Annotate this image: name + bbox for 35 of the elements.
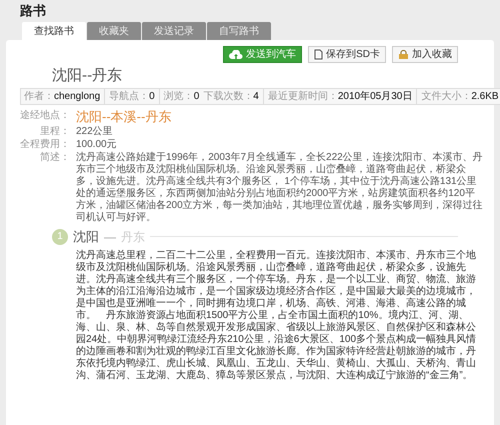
favorite-button[interactable]: 加入收藏: [392, 46, 458, 63]
info-label: 作者：: [24, 91, 54, 102]
send-button[interactable]: 发送到汽车: [223, 46, 302, 63]
card-icon: [314, 49, 324, 60]
save-button[interactable]: 保存到SD卡: [308, 46, 386, 63]
info-value: 2010年05月30日: [338, 91, 412, 102]
field-value: 沈阳--本溪--丹东: [76, 109, 172, 125]
info-label: 最近更新时间：: [268, 91, 338, 102]
page-title: 路书: [19, 2, 46, 20]
info-value: 4: [253, 91, 259, 102]
field-value: 沈丹高速公路始建于1996年，2003年7月全线通车，全长222公里，连接沈阳市、本溪市、丹东市三个地级市及沈阳桃仙国际机场。沿途风景秀丽，山峦叠嶂，道路弯曲起伏，桥梁众多，设施先进。沈丹高速全线共有3个服务区， 1个停车场，其中位于沈丹高速公路131公里处的通远堡服务区，东西两侧加油站分别占地面积约2000平方米，站房建筑面积各约120平方米，油罐区储油各200立方米，每一类加油站，其地理位置优越，服务实够周到，深得过往司机认可与好评。: [76, 151, 484, 224]
route-title: 沈阳--丹东: [51, 65, 122, 85]
field-label: 全程费用：: [19, 138, 71, 151]
cloud-upload-icon: [229, 50, 244, 60]
field-label: 里程：: [39, 125, 71, 138]
step-description: 沈丹高速总里程，二百二十二公里，全程费用一百元。连接沈阳市、本溪市、丹东市三个地级市及沈阳桃仙国际机场。沿途风景秀丽，山峦叠嶂，道路弯曲起伏，桥梁众多，设施先进。沈丹高速全线共有三个服务区，一个停车场。丹东，是一个以工业、商贸、物流、旅游为主体的沿江沿海沿边城市，是一个国家级边境经济合作区，是中国最大最美的边境城市，是中国也是亚洲唯一一个，同时拥有边境口岸，机场、高铁、河港、海港、高速公路的城市。 丹东旅游资源占地面积1500平方公里，占全市国土面积的10%。境内江、河、湖、海、山、泉、林、岛等自然景观开发形成国家、省级以上旅游风景区、自然保护区和森林公园24处。中朝界河鸭绿江流经丹东210公里，沿途6大景区、100多个景点构成一幅独具风情的边陲画卷和割为壮观的鸭绿江百里文化旅游长廊。作为国家特许经营赴朝旅游的城市，丹东依托境内鸭绿江、虎山长城、凤凰山、五龙山、天华山、黄椅山、大孤山、天桥沟、青山沟、蒲石河、玉龙湖、大鹿岛、獐岛等景区景点，与沈阳、大连构成辽宁旅游的“金三角”。: [75, 250, 478, 382]
info-value: 2.6KB: [471, 91, 499, 102]
field-label: 途经地点：: [19, 109, 71, 123]
info-label: 浏览：: [164, 91, 194, 102]
step-number: 1: [52, 228, 68, 245]
step-separator: —: [104, 228, 116, 246]
field-label: 简述：: [39, 151, 71, 165]
tab[interactable]: 发送记录: [142, 22, 206, 40]
step-start: 沈阳: [73, 228, 99, 246]
info-label: 文件大小：: [421, 91, 472, 102]
info-value: 0: [194, 91, 200, 102]
field-value: 100.00元: [76, 138, 118, 151]
tab[interactable]: 查找路书: [22, 22, 86, 40]
info-label: 下载次数：: [203, 91, 254, 102]
tab[interactable]: 自写路书: [207, 22, 271, 40]
tab[interactable]: 收藏夹: [87, 22, 141, 40]
info-label: 导航点：: [109, 91, 150, 102]
field-value: 222公里: [76, 125, 114, 138]
info-value: 0: [149, 91, 155, 102]
info-value: chenglong: [54, 91, 100, 102]
